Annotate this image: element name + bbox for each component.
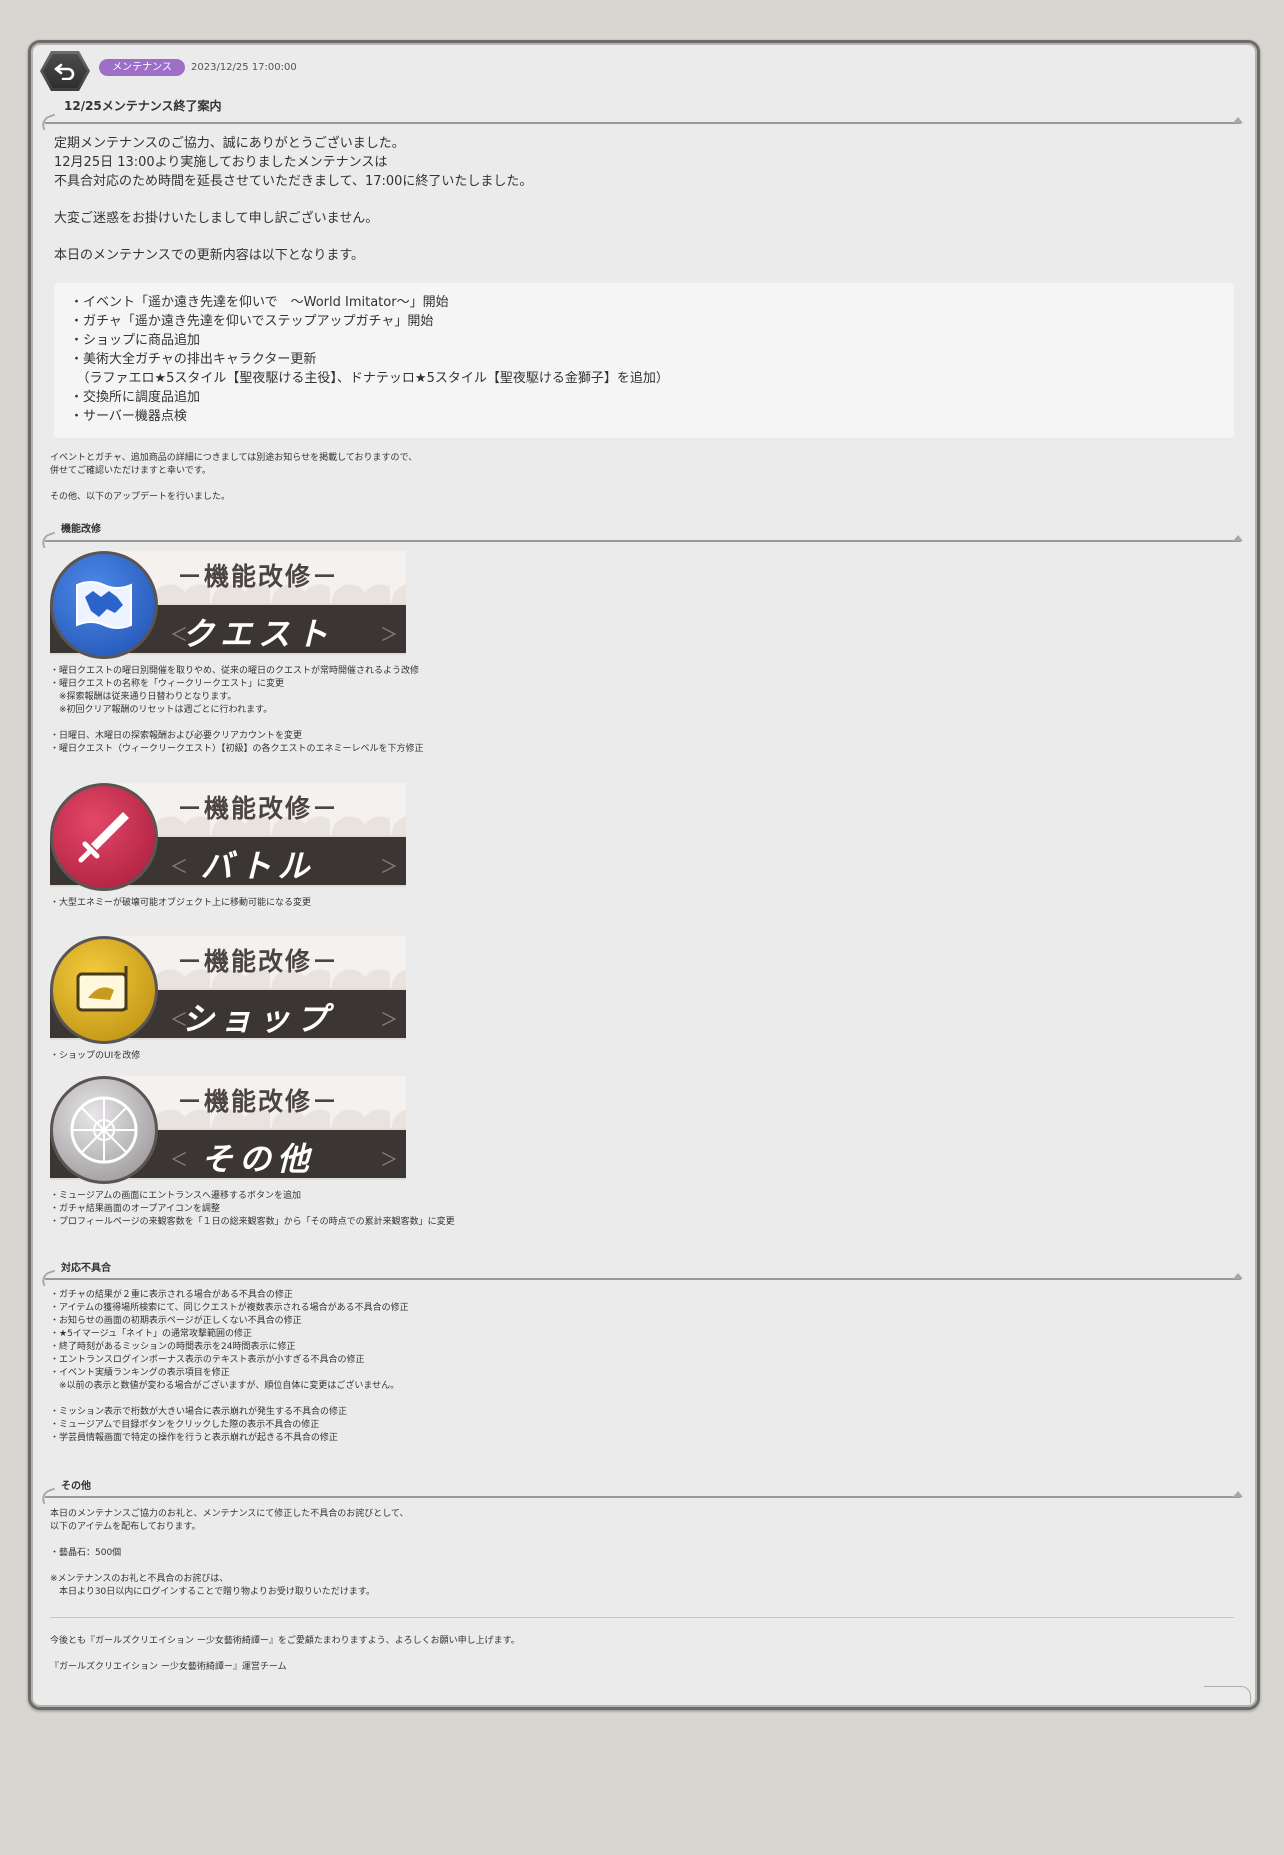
other-text-line: ・藝晶石：500個	[50, 1548, 122, 1558]
shop-item: ・ショップのUIを改修	[50, 1051, 141, 1061]
quest-item: ※初回クリア報酬のリセットは週ごとに行われます。	[50, 705, 273, 715]
banner-quest: －機能改修－ ＜ クエスト ＞	[50, 551, 406, 661]
arrow-right-icon: ＞	[380, 625, 398, 646]
battle-circle	[50, 783, 158, 891]
map-icon	[76, 581, 132, 629]
intro-line: 不具合対応のため時間を延長させていただきまして、17:00に終了いたしました。	[54, 174, 533, 189]
other-items: ・ミュージアムの画面にエントランスへ遷移するボタンを追加 ・ガチャ結果画面のオー…	[50, 1190, 455, 1229]
list-item: ・ショップに商品追加	[70, 333, 201, 348]
other-item: ・ガチャ結果画面のオープアイコンを調整	[50, 1204, 220, 1214]
other-item: ・プロフィールページの来観客数を「１日の総来観客数」から「その時点での累計来観客…	[50, 1217, 455, 1227]
other-text-line: ※メンテナンスのお礼と不具合のお詫びは、	[50, 1574, 229, 1584]
other-text-line: 本日のメンテナンスご協力のお礼と、メンテナンスにて修正した不具合のお詫びとして、	[50, 1509, 409, 1519]
quest-item: ※探索報酬は従来通り日替わりとなります。	[50, 692, 237, 702]
quest-item: ・日曜日、木曜日の探索報酬および必要クリアカウントを変更	[50, 731, 303, 741]
other-text-line: 以下のアイテムを配布しております。	[50, 1522, 201, 1532]
corner-ornament	[1204, 1686, 1251, 1703]
list-item: ・イベント「遥か遠き先達を仰いで ～World Imitator～」開始	[70, 295, 449, 310]
bugfix-item: ・お知らせの画面の初期表示ページが正しくない不具合の修正	[50, 1316, 302, 1326]
other-item: ・ミュージアムの画面にエントランスへ遷移するボタンを追加	[50, 1191, 302, 1201]
shop-items: ・ショップのUIを改修	[50, 1050, 140, 1063]
bugfix-item: ・学芸員情報画面で特定の操作を行うと表示崩れが起きる不具合の修正	[50, 1433, 338, 1443]
banner-battle: －機能改修－ ＜ バトル ＞	[50, 783, 406, 893]
list-item: ・美術大全ガチャの排出キャラクター更新	[70, 352, 317, 367]
update-list-box: ・イベント「遥か遠き先達を仰いで ～World Imitator～」開始 ・ガチ…	[54, 283, 1234, 438]
apology-text: 大変ご迷惑をお掛けいたしまして申し訳ございません。	[54, 211, 379, 226]
bugfix-item: ・イベント実績ランキングの表示項目を修正	[50, 1368, 230, 1378]
notes-line: その他、以下のアップデートを行いました。	[50, 492, 231, 502]
bugfix-item: ・アイテムの獲得場所検索にて、同じクエストが複数表示される場合がある不具合の修正	[50, 1303, 409, 1313]
notes-line: イベントとガチャ、追加商品の詳細につきましては別途お知らせを掲載しておりますので…	[50, 453, 418, 463]
signboard-icon	[76, 966, 128, 1012]
arrow-right-icon: ＞	[380, 1150, 398, 1171]
intro-line: 定期メンテナンスのご協力、誠にありがとうございました。	[54, 136, 405, 151]
category-badge: メンテナンス	[99, 59, 185, 76]
back-arrow-icon	[54, 63, 75, 80]
bugfix-item: ・終了時刻があるミッションの時間表示を24時間表示に修正	[50, 1342, 296, 1352]
update-intro-text: 本日のメンテナンスでの更新内容は以下となります。	[54, 248, 365, 263]
quest-item: ・曜日クエストの名称を「ウィークリークエスト」に変更	[50, 679, 285, 689]
battle-items: ・大型エネミーが破壊可能オブジェクト上に移動可能になる変更	[50, 897, 311, 910]
closing-divider	[50, 1617, 1234, 1618]
bugfix-item: ・ミュージアムで目録ボタンをクリックした際の表示不具合の修正	[50, 1420, 320, 1430]
title-divider	[45, 117, 1243, 124]
banner-other: －機能改修－ ＜ その他 ＞	[50, 1076, 406, 1186]
section-divider	[45, 1491, 1243, 1498]
bugfix-item: ・ガチャの結果が２重に表示される場合がある不具合の修正	[50, 1290, 293, 1300]
section-title-improvements: 機能改修	[61, 524, 101, 535]
list-item: （ラファエロ★5スタイル【聖夜駆ける主役】、ドナテッロ★5スタイル【聖夜駆ける金…	[70, 371, 669, 386]
banner-shop: －機能改修－ ＜ ショップ ＞	[50, 936, 406, 1046]
closing-signature: 『ガールズクリエイション ー少女藝術綺譚ー』運営チーム	[50, 1662, 287, 1672]
battle-item: ・大型エネミーが破壊可能オブジェクト上に移動可能になる変更	[50, 898, 312, 908]
other-circle	[50, 1076, 158, 1184]
intro-text: 定期メンテナンスのご協力、誠にありがとうございました。 12月25日 13:00…	[54, 134, 532, 191]
back-button[interactable]	[40, 51, 90, 91]
sword-icon	[78, 812, 129, 863]
intro-line: 12月25日 13:00より実施しておりましたメンテナンスは	[54, 155, 388, 170]
section-title-bugfix: 対応不具合	[61, 1263, 111, 1274]
notice-panel: メンテナンス 2023/12/25 17:00:00 12/25メンテナンス終了…	[28, 40, 1260, 1710]
closing-message: 今後とも『ガールズクリエイション ー少女藝術綺譚ー』をご愛顧たまわりますよう、よ…	[50, 1636, 520, 1646]
notes-text: イベントとガチャ、追加商品の詳細につきましては別途お知らせを掲載しておりますので…	[50, 452, 417, 504]
bugfix-item: ・エントランスログインボーナス表示のテキスト表示が小すぎる不具合の修正	[50, 1355, 365, 1365]
bugfix-items: ・ガチャの結果が２重に表示される場合がある不具合の修正 ・アイテムの獲得場所検索…	[50, 1289, 409, 1445]
rose-window-icon	[70, 1096, 138, 1164]
section-title-other: その他	[61, 1481, 91, 1492]
list-item: ・交換所に調度品追加	[70, 390, 201, 405]
list-item: ・サーバー機器点検	[70, 409, 187, 424]
quest-items: ・曜日クエストの曜日別開催を取りやめ、従来の曜日のクエストが常時開催されるよう改…	[50, 665, 424, 756]
notice-date: 2023/12/25 17:00:00	[191, 62, 297, 73]
bugfix-item: ・★5イマージュ「ネイト」の通常攻撃範囲の修正	[50, 1329, 252, 1339]
bugfix-item: ・ミッション表示で桁数が大きい場合に表示崩れが発生する不具合の修正	[50, 1407, 348, 1417]
notes-line: 併せてご確認いただけますと幸いです。	[50, 466, 211, 476]
list-item: ・ガチャ「遥か遠き先達を仰いでステップアップガチャ」開始	[70, 314, 434, 329]
bugfix-item: ※以前の表示と数値が変わる場合がございますが、順位自体に変更はございません。	[50, 1381, 400, 1391]
quest-circle	[50, 551, 158, 659]
other-text-line: 本日より30日以内にログインすることで贈り物よりお受け取りいただけます。	[50, 1587, 375, 1597]
arrow-right-icon: ＞	[380, 1010, 398, 1031]
quest-item: ・曜日クエストの曜日別開催を取りやめ、従来の曜日のクエストが常時開催されるよう改…	[50, 666, 420, 676]
section-divider	[45, 535, 1243, 542]
quest-item: ・曜日クエスト（ウィークリークエスト）【初級】の各クエストのエネミーレベルを下方…	[50, 744, 424, 754]
other-text: 本日のメンテナンスご協力のお礼と、メンテナンスにて修正した不具合のお詫びとして、…	[50, 1508, 409, 1599]
arrow-right-icon: ＞	[380, 857, 398, 878]
notice-title: 12/25メンテナンス終了案内	[64, 99, 222, 113]
shop-circle	[50, 936, 158, 1044]
section-divider	[45, 1273, 1243, 1280]
